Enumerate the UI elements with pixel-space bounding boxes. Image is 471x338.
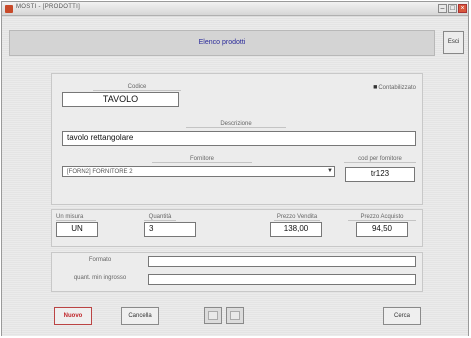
prev-record-button[interactable] bbox=[204, 307, 222, 324]
fornitore-value: [FORN2] FORNITORE 2 bbox=[67, 169, 133, 175]
next-record-icon bbox=[230, 311, 240, 320]
formato-field[interactable] bbox=[148, 256, 416, 267]
quant-min-field[interactable] bbox=[148, 274, 416, 285]
new-button[interactable]: Nuovo bbox=[54, 307, 92, 325]
header-panel: Elenco prodotti bbox=[9, 30, 435, 56]
product-details-group: Codice TAVOLO ■Contabilizzato Descrizion… bbox=[51, 73, 423, 205]
app-icon bbox=[5, 5, 13, 13]
quantita-field[interactable]: 3 bbox=[144, 222, 196, 237]
app-window: MOSTI - [PRODOTTI] – □ × Elenco prodotti… bbox=[1, 1, 469, 336]
exit-button[interactable]: Esci bbox=[443, 31, 464, 54]
codice-label: Codice bbox=[93, 84, 181, 91]
chevron-down-icon[interactable]: ▼ bbox=[327, 167, 333, 175]
form-area: Elenco prodotti Esci Codice TAVOLO ■Cont… bbox=[2, 17, 468, 336]
prev-record-icon bbox=[208, 311, 218, 320]
checkbox-icon: ■ bbox=[373, 84, 378, 91]
fornitore-label: Fornitore bbox=[152, 156, 252, 163]
contabilizzato-label: Contabilizzato bbox=[378, 85, 416, 91]
title-bar: MOSTI - [PRODOTTI] – □ × bbox=[2, 2, 468, 16]
window-title: MOSTI - [PRODOTTI] bbox=[16, 4, 81, 10]
descrizione-label: Descrizione bbox=[186, 121, 286, 128]
contabilizzato-checkbox[interactable]: ■Contabilizzato bbox=[373, 84, 416, 91]
quantita-label: Quantità bbox=[144, 214, 176, 221]
formato-label: Formato bbox=[88, 257, 112, 263]
next-record-button[interactable] bbox=[226, 307, 244, 324]
um-field[interactable]: UN bbox=[56, 222, 98, 237]
delete-button[interactable]: Cancella bbox=[121, 307, 159, 325]
prezzo-acquisto-label: Prezzo Acquisto bbox=[348, 214, 416, 221]
extra-group: Formato quant. min ingrosso bbox=[51, 252, 423, 292]
prezzo-acquisto-field[interactable]: 94,50 bbox=[356, 222, 408, 237]
descrizione-field[interactable]: tavolo rettangolare bbox=[62, 131, 416, 146]
codice-field[interactable]: TAVOLO bbox=[62, 92, 179, 107]
minimize-button[interactable]: – bbox=[438, 4, 447, 13]
quant-min-label: quant. min ingrosso bbox=[73, 275, 127, 281]
maximize-button[interactable]: □ bbox=[448, 4, 457, 13]
search-button[interactable]: Cerca bbox=[383, 307, 421, 325]
cod-fornitore-label: cod per fornitore bbox=[344, 156, 416, 163]
prezzo-vendita-label: Prezzo Vendita bbox=[274, 214, 320, 221]
close-button[interactable]: × bbox=[458, 4, 467, 13]
fornitore-select[interactable]: [FORN2] FORNITORE 2 ▼ bbox=[62, 166, 335, 177]
um-label: Un misura bbox=[56, 214, 96, 221]
page-title: Elenco prodotti bbox=[198, 39, 246, 46]
bottom-toolbar: Nuovo Cancella Cerca bbox=[9, 300, 461, 332]
prices-group: Un misura UN Quantità 3 Prezzo Vendita 1… bbox=[51, 209, 423, 247]
cod-fornitore-field[interactable]: tr123 bbox=[345, 167, 415, 182]
prezzo-vendita-field[interactable]: 138,00 bbox=[270, 222, 322, 237]
